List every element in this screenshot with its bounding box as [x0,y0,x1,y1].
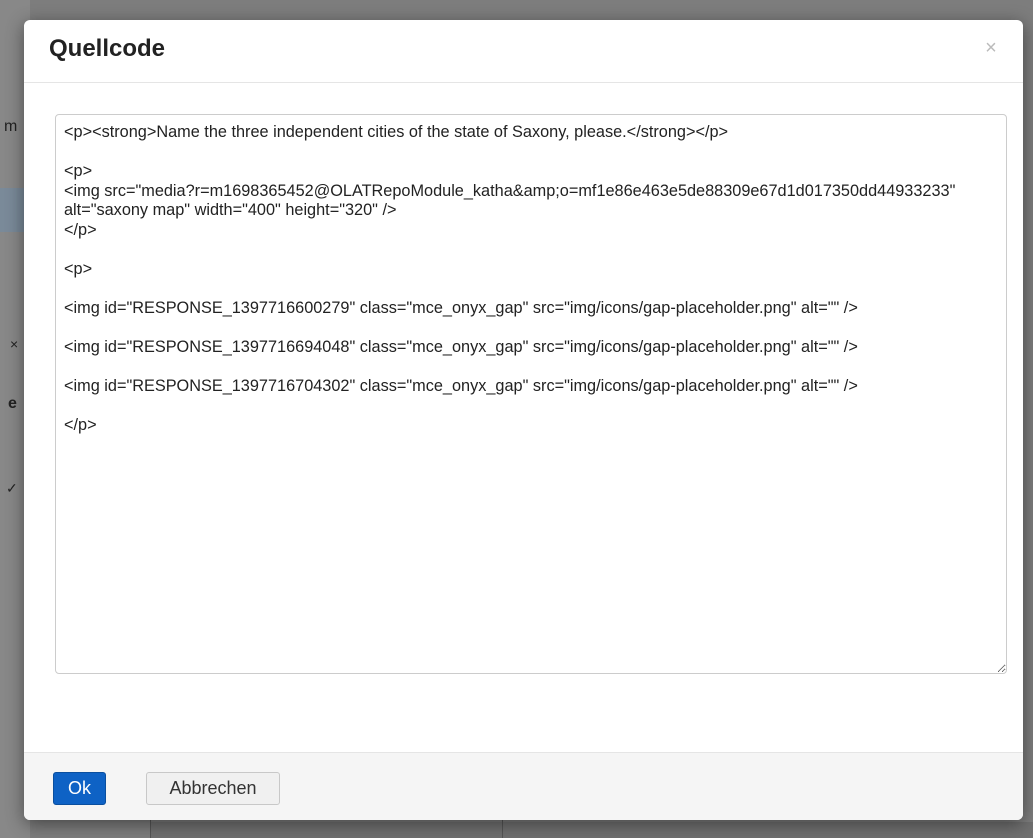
close-icon[interactable]: × [981,37,1001,59]
background-divider [502,820,503,838]
background-bottom-strip [150,822,1033,838]
background-check-icon: ✓ [6,480,18,496]
ok-button[interactable]: Ok [53,772,106,805]
background-text-fragment: e [8,395,17,412]
background-text-fragment: m [4,118,18,135]
source-code-dialog: Quellcode × <p><strong>Name the three in… [24,20,1023,820]
dialog-title: Quellcode [49,35,166,62]
source-code-textarea[interactable]: <p><strong>Name the three independent ci… [55,114,1007,674]
dialog-footer: Ok Abbrechen [24,752,1023,820]
background-close-icon: × [10,336,19,352]
cancel-button[interactable]: Abbrechen [146,772,280,805]
background-divider [150,820,151,838]
dialog-header: Quellcode × [24,20,1023,83]
